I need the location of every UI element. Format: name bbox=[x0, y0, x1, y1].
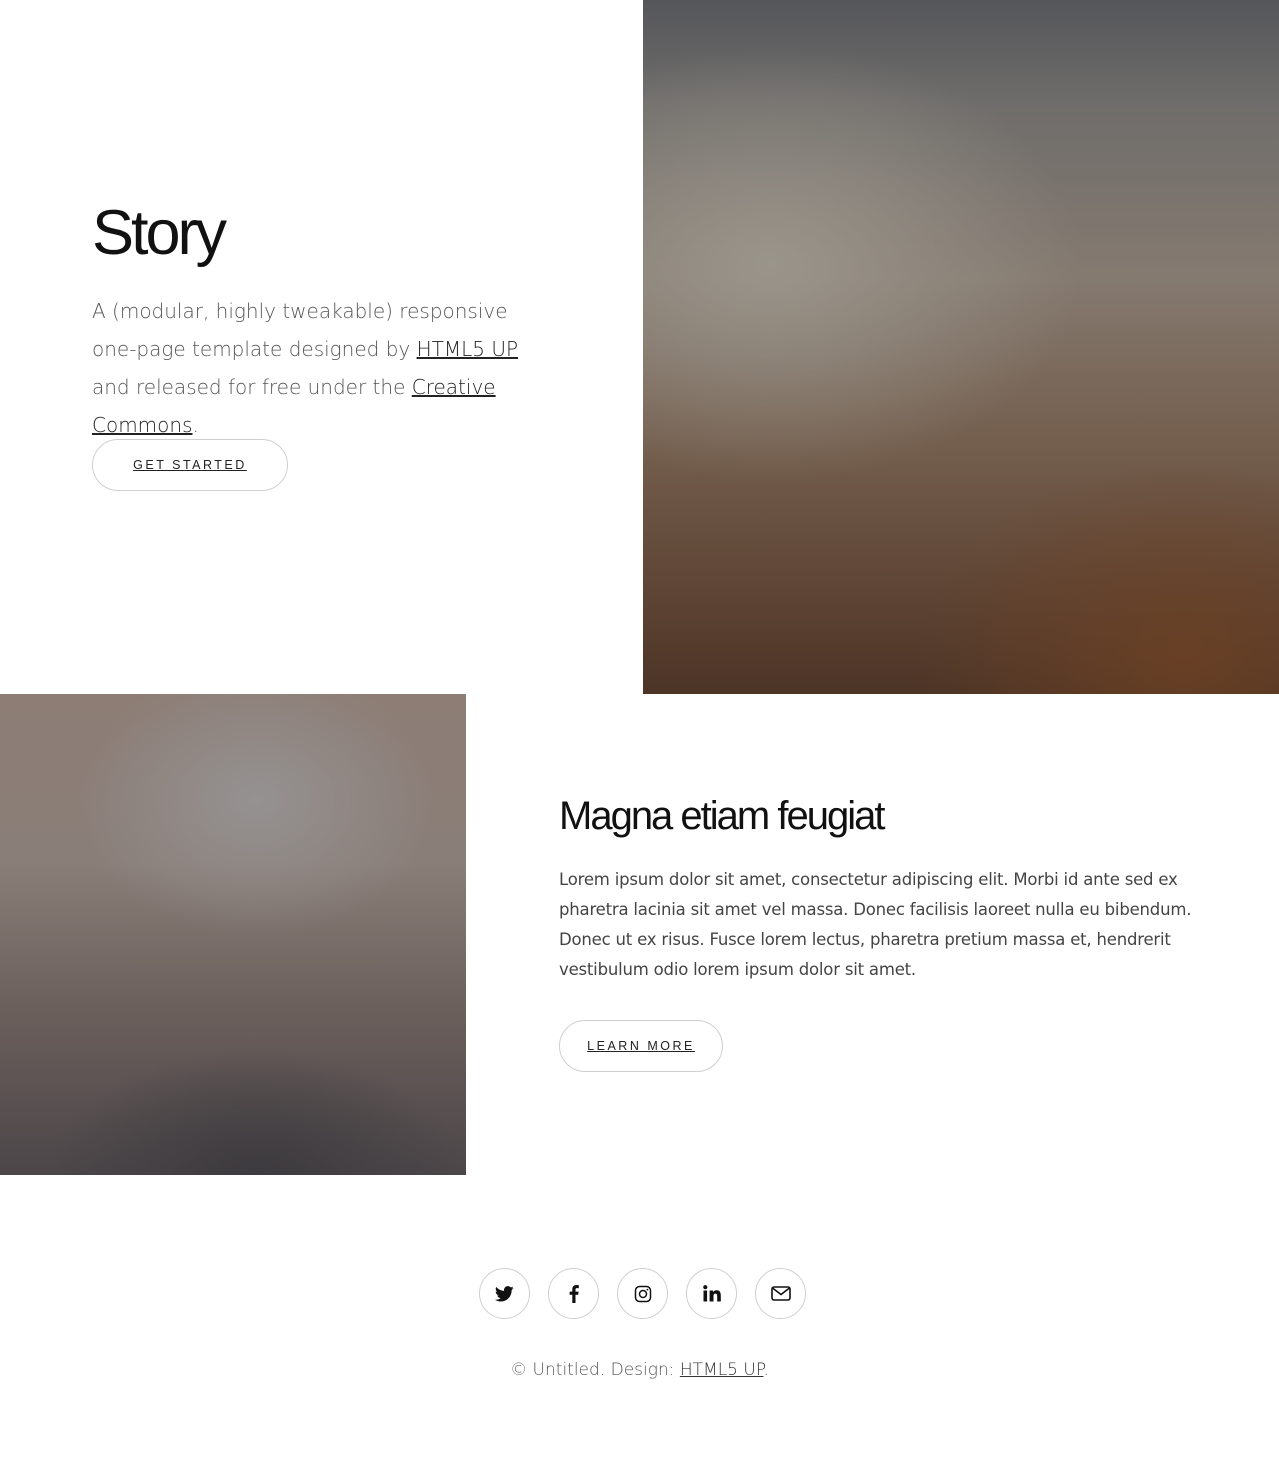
envelope-icon bbox=[770, 1286, 791, 1301]
twitter-icon bbox=[495, 1285, 514, 1301]
copyright-suffix: . bbox=[763, 1360, 769, 1380]
banner-section: Story A (modular, highly tweakable) resp… bbox=[0, 0, 1279, 694]
copyright: © Untitled. Design: HTML5 UP. bbox=[0, 1360, 1279, 1380]
learn-more-button[interactable]: Learn More bbox=[559, 1020, 723, 1072]
facebook-button[interactable] bbox=[548, 1268, 599, 1319]
spotlight-image bbox=[0, 694, 466, 1175]
social-icons bbox=[479, 1268, 806, 1319]
twitter-button[interactable] bbox=[479, 1268, 530, 1319]
linkedin-icon bbox=[702, 1285, 721, 1302]
instagram-button[interactable] bbox=[617, 1268, 668, 1319]
footer-html5up-link[interactable]: HTML5 UP bbox=[680, 1360, 764, 1380]
instagram-icon bbox=[634, 1285, 651, 1302]
banner-text-after: . bbox=[192, 413, 199, 437]
banner-content: Story A (modular, highly tweakable) resp… bbox=[92, 198, 552, 491]
banner-image bbox=[643, 0, 1279, 694]
banner-description: A (modular, highly tweakable) responsive… bbox=[92, 292, 552, 444]
linkedin-button[interactable] bbox=[686, 1268, 737, 1319]
email-button[interactable] bbox=[755, 1268, 806, 1319]
spotlight-text: Lorem ipsum dolor sit amet, consectetur … bbox=[559, 870, 1192, 979]
facebook-icon bbox=[569, 1284, 579, 1303]
banner-text-middle: and released for free under the bbox=[92, 375, 412, 399]
html5up-link[interactable]: HTML5 UP bbox=[417, 337, 518, 361]
get-started-button[interactable]: Get Started bbox=[92, 439, 288, 491]
footer: © Untitled. Design: HTML5 UP. bbox=[0, 1175, 1279, 1479]
spotlight-content: Magna etiam feugiat Lorem ipsum dolor si… bbox=[559, 793, 1199, 1072]
spotlight-title: Magna etiam feugiat bbox=[559, 794, 885, 838]
copyright-prefix: © Untitled. Design: bbox=[510, 1360, 680, 1380]
banner-title: Story bbox=[92, 198, 227, 268]
